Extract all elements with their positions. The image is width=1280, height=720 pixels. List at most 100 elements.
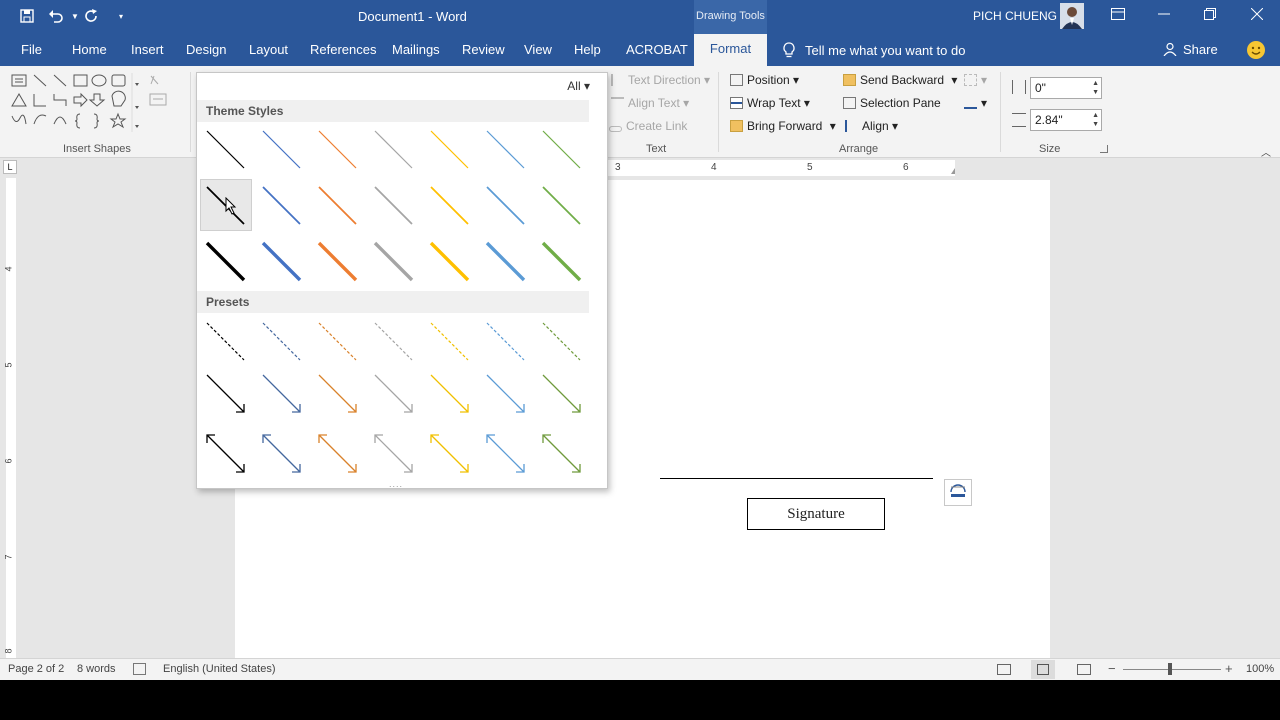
align-button[interactable]: Align ▾ (845, 119, 898, 133)
preset-line-swatch[interactable] (486, 374, 525, 413)
tab-references[interactable]: References (310, 42, 376, 57)
feedback-smiley-icon[interactable] (1247, 41, 1265, 59)
size-dialog-launcher-icon[interactable] (1100, 145, 1108, 153)
zoom-in-icon[interactable]: + (1225, 661, 1233, 676)
create-link-button[interactable]: Create Link (609, 119, 687, 133)
ribbon-display-options-icon[interactable] (1095, 0, 1141, 32)
read-mode-icon[interactable] (997, 664, 1011, 675)
shape-height-input[interactable]: 0" ▲ ▼ (1030, 77, 1102, 99)
line-style-swatch[interactable] (486, 186, 525, 225)
line-style-swatch[interactable] (430, 186, 469, 225)
line-style-swatch[interactable] (205, 241, 246, 282)
wrap-text-button[interactable]: Wrap Text ▾ (730, 96, 810, 110)
tab-format[interactable]: Format (694, 34, 767, 66)
line-style-swatch[interactable] (542, 186, 581, 225)
preset-line-swatch[interactable] (262, 374, 301, 413)
tab-insert[interactable]: Insert (131, 42, 164, 57)
selection-pane-button[interactable]: Selection Pane (843, 96, 941, 110)
zoom-slider-thumb[interactable] (1168, 663, 1172, 675)
tell-me-box[interactable]: Tell me what you want to do (782, 42, 965, 58)
group-objects-button[interactable]: ▾ (964, 73, 987, 87)
line-style-swatch[interactable] (374, 130, 413, 169)
line-style-swatch[interactable] (485, 241, 526, 282)
layout-options-button[interactable] (944, 479, 972, 506)
preset-line-swatch[interactable] (206, 434, 245, 473)
width-spinner-icon[interactable]: ▲ ▼ (1092, 111, 1099, 129)
line-style-swatch[interactable] (541, 241, 582, 282)
gallery-resize-grip[interactable]: .... (389, 479, 403, 489)
preset-line-swatch[interactable] (318, 434, 357, 473)
shapes-icons[interactable] (8, 72, 184, 134)
page-count[interactable]: Page 2 of 2 (8, 663, 64, 675)
preset-line-swatch[interactable] (486, 434, 525, 473)
tab-selector-icon[interactable]: L (3, 160, 17, 174)
close-icon[interactable] (1234, 0, 1280, 32)
share-button[interactable]: Share (1163, 42, 1218, 57)
rotate-button[interactable]: ▾ (964, 96, 987, 110)
preset-line-swatch[interactable] (318, 322, 357, 361)
line-style-swatch[interactable] (486, 130, 525, 169)
position-button[interactable]: Position ▾ (730, 73, 799, 87)
height-spinner-icon[interactable]: ▲ ▼ (1092, 79, 1099, 97)
restore-icon[interactable] (1187, 0, 1233, 32)
preset-line-swatch[interactable] (430, 434, 469, 473)
avatar[interactable] (1060, 3, 1084, 29)
preset-line-swatch[interactable] (486, 322, 525, 361)
preset-line-swatch[interactable] (374, 374, 413, 413)
language[interactable]: English (United States) (163, 663, 276, 675)
preset-line-swatch[interactable] (542, 374, 581, 413)
preset-line-swatch[interactable] (206, 374, 245, 413)
line-style-swatch[interactable] (542, 130, 581, 169)
zoom-slider[interactable] (1123, 669, 1221, 670)
tab-view[interactable]: View (524, 42, 552, 57)
undo-icon[interactable] (47, 8, 65, 26)
tab-acrobat[interactable]: ACROBAT (626, 42, 688, 57)
line-style-swatch[interactable] (318, 130, 357, 169)
line-style-swatch[interactable] (374, 186, 413, 225)
preset-line-swatch[interactable] (318, 374, 357, 413)
user-name[interactable]: PICH CHUENG (973, 9, 1057, 23)
tab-help[interactable]: Help (574, 42, 601, 57)
bring-forward-button[interactable]: Bring Forward ▾ (730, 119, 836, 133)
line-style-swatch[interactable] (373, 241, 414, 282)
line-styles-grid[interactable] (197, 73, 607, 488)
tab-home[interactable]: Home (72, 42, 107, 57)
zoom-out-icon[interactable]: − (1108, 661, 1116, 676)
word-count[interactable]: 8 words (77, 663, 116, 675)
signature-line[interactable] (660, 478, 933, 479)
preset-line-swatch[interactable] (374, 322, 413, 361)
collapse-ribbon-icon[interactable]: ︿ (1261, 144, 1271, 159)
print-layout-icon[interactable] (1031, 660, 1055, 679)
line-style-swatch[interactable] (262, 186, 301, 225)
tab-file[interactable]: File (21, 42, 42, 57)
shapes-gallery[interactable] (8, 72, 184, 134)
proofing-icon[interactable] (133, 663, 146, 675)
tab-layout[interactable]: Layout (249, 42, 288, 57)
tab-design[interactable]: Design (186, 42, 226, 57)
preset-line-swatch[interactable] (262, 434, 301, 473)
line-style-swatch[interactable] (317, 241, 358, 282)
preset-line-swatch[interactable] (430, 322, 469, 361)
web-layout-icon[interactable] (1077, 664, 1091, 675)
line-style-swatch[interactable] (261, 241, 302, 282)
redo-icon[interactable] (83, 8, 101, 26)
preset-line-swatch[interactable] (206, 322, 245, 361)
line-style-swatch[interactable] (430, 130, 469, 169)
undo-dropdown-icon[interactable]: ▼ (66, 8, 84, 26)
tab-review[interactable]: Review (462, 42, 505, 57)
line-style-swatch[interactable] (206, 130, 245, 169)
preset-line-swatch[interactable] (542, 434, 581, 473)
signature-text-box[interactable]: Signature (747, 498, 885, 530)
minimize-icon[interactable] (1141, 0, 1187, 32)
shape-width-input[interactable]: 2.84" ▲ ▼ (1030, 109, 1102, 131)
text-direction-button[interactable]: Text Direction ▾ (611, 73, 710, 87)
zoom-level[interactable]: 100% (1246, 663, 1274, 675)
line-style-swatch[interactable] (262, 130, 301, 169)
tab-mailings[interactable]: Mailings (392, 42, 440, 57)
preset-line-swatch[interactable] (262, 322, 301, 361)
line-style-swatch[interactable] (429, 241, 470, 282)
preset-line-swatch[interactable] (542, 322, 581, 361)
preset-line-swatch[interactable] (430, 374, 469, 413)
save-icon[interactable] (18, 8, 36, 26)
send-backward-button[interactable]: Send Backward ▾ (843, 73, 957, 87)
